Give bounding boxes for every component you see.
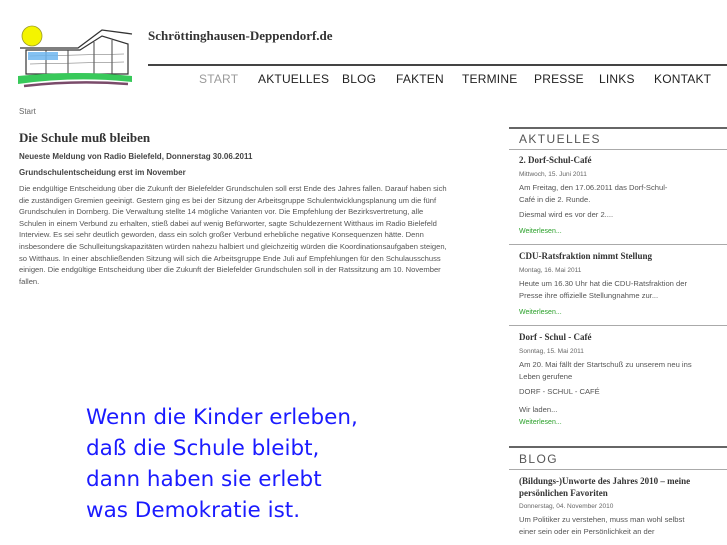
- sidebar-divider: [509, 325, 727, 326]
- post-date: Mittwoch, 15. Juni 2011: [519, 171, 587, 178]
- article-title: Die Schule muß bleiben: [19, 130, 151, 145]
- post-title[interactable]: Dorf - Schul - Café: [519, 331, 724, 343]
- read-more-link[interactable]: Weiterlesen...: [519, 419, 562, 426]
- article-line: fallen.: [19, 276, 40, 286]
- read-more-link[interactable]: Weiterlesen...: [519, 309, 562, 316]
- article-line: Grundschulen in Dornberg. Die Verwaltung…: [19, 207, 424, 217]
- sidebar-divider: [509, 469, 727, 470]
- sidebar-divider: [509, 446, 727, 448]
- excerpt-line: Am 20. Mai fällt der Startschuß zu unser…: [519, 360, 692, 369]
- nav-kontakt[interactable]: KONTAKT: [654, 72, 711, 86]
- sun-shape: [21, 25, 43, 47]
- aktuelles-heading: AKTUELLES: [519, 132, 601, 146]
- post-excerpt: Am Freitag, den 17.06.2011 das Dorf-Schu…: [519, 182, 719, 205]
- article-line: einigen. Die endgültige Entscheidung übe…: [19, 265, 441, 275]
- sky-band: [28, 52, 58, 60]
- post-extra: DORF - SCHUL - CAFÉ Wir laden...: [519, 386, 719, 415]
- nav-presse[interactable]: PRESSE: [534, 72, 584, 86]
- post-excerpt: Um Politiker zu verstehen, muss man wohl…: [519, 514, 719, 537]
- excerpt-line: DORF - SCHUL - CAFÉ: [519, 387, 600, 396]
- post-excerpt: Heute um 16.30 Uhr hat die CDU-Ratsfrakt…: [519, 278, 719, 301]
- nav-termine[interactable]: TERMINE: [462, 72, 517, 86]
- nav-aktuelles[interactable]: AKTUELLES: [258, 72, 329, 86]
- post-title[interactable]: CDU-Ratsfraktion nimmt Stellung: [519, 250, 724, 262]
- article-source-line: Neueste Meldung von Radio Bielefeld, Don…: [19, 152, 253, 161]
- article-body: Die endgültige Entscheidung über die Zuk…: [19, 183, 489, 287]
- header-divider: [148, 64, 727, 66]
- post-date: Sonntag, 15. Mai 2011: [519, 348, 584, 355]
- quote-line: daß die Schule bleibt,: [86, 436, 320, 461]
- article-line: Die endgültige Entscheidung über die Zuk…: [19, 184, 447, 193]
- article-line: Schulen in einem Verbund zu erhalten, st…: [19, 218, 437, 228]
- post-date: Montag, 16. Mai 2011: [519, 267, 582, 274]
- nav-start[interactable]: START: [199, 72, 238, 86]
- sidebar-divider: [509, 244, 727, 245]
- post-excerpt: Am 20. Mai fällt der Startschuß zu unser…: [519, 359, 719, 382]
- article-line: die zuständigen Gremien geeinigt. Gester…: [19, 195, 437, 205]
- excerpt-line: Café in die 2. Runde.: [519, 194, 591, 204]
- excerpt-line: Am Freitag, den 17.06.2011 das Dorf-Schu…: [519, 183, 668, 192]
- nav-blog[interactable]: BLOG: [342, 72, 376, 86]
- main-nav: START AKTUELLES BLOG FAKTEN TERMINE PRES…: [0, 72, 727, 88]
- post-title[interactable]: 2. Dorf-Schul-Café: [519, 154, 724, 166]
- title-line: persönlichen Favoriten: [519, 488, 608, 498]
- article-line: insbesondere die Schulleitungskapazitäte…: [19, 241, 447, 251]
- nav-links[interactable]: LINKS: [599, 72, 635, 86]
- quote-block: Wenn die Kinder erleben, daß die Schule …: [86, 402, 466, 526]
- article-line: Interview. Es sei sehr deutlich geworden…: [19, 230, 424, 240]
- sidebar-divider: [509, 127, 727, 129]
- title-line: (Bildungs-)Unworte des Jahres 2010 – mei…: [519, 476, 691, 486]
- excerpt-line: einer sein oder ein Persönlichkeit an de…: [519, 526, 655, 536]
- nav-fakten[interactable]: FAKTEN: [396, 72, 444, 86]
- excerpt-line: Heute um 16.30 Uhr hat die CDU-Ratsfrakt…: [519, 279, 687, 288]
- quote-line: was Demokratie ist.: [86, 498, 301, 523]
- post-extra: Diesmal wird es vor der 2....: [519, 210, 614, 219]
- sidebar-divider: [509, 149, 727, 150]
- breadcrumb[interactable]: Start: [19, 107, 36, 116]
- article-line: so Witthaus. In einer abschließenden Sit…: [19, 253, 441, 263]
- quote-line: Wenn die Kinder erleben,: [86, 405, 358, 430]
- excerpt-line: Presse ihre offizielle Stellungnahme zur…: [519, 290, 659, 300]
- excerpt-line: Leben gerufene: [519, 371, 573, 381]
- site-header: Schröttinghausen-Deppendorf.de START AKT…: [0, 0, 727, 100]
- excerpt-line: Um Politiker zu verstehen, muss man wohl…: [519, 515, 685, 524]
- post-date: Donnerstag, 04. November 2010: [519, 503, 614, 510]
- site-title[interactable]: Schröttinghausen-Deppendorf.de: [148, 28, 333, 44]
- quote-line: dann haben sie erlebt: [86, 467, 322, 492]
- blog-heading: BLOG: [519, 452, 558, 466]
- excerpt-line: Wir laden...: [519, 404, 558, 414]
- article-headline: Grundschulentscheidung erst im November: [19, 168, 186, 177]
- blog-post-title[interactable]: (Bildungs-)Unworte des Jahres 2010 – mei…: [519, 475, 724, 499]
- read-more-link[interactable]: Weiterlesen...: [519, 228, 562, 235]
